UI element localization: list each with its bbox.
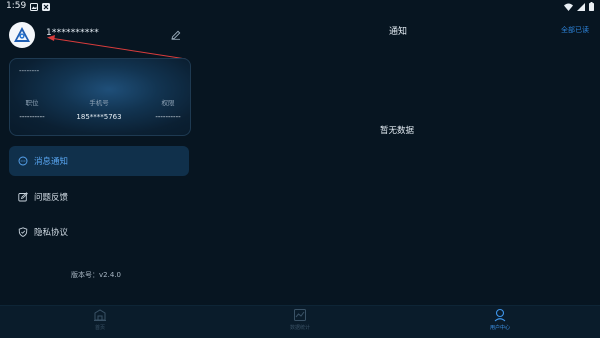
card-title: --------	[19, 67, 40, 75]
stat-label: 权限	[161, 99, 175, 107]
shield-icon	[18, 227, 28, 237]
menu-item-notifications[interactable]: 消息通知	[9, 146, 189, 176]
tab-home[interactable]: 首页	[80, 308, 120, 331]
avatar[interactable]	[9, 22, 35, 48]
notifications-title: 通知	[389, 27, 408, 37]
version-label: 版本号：v2.4.0	[71, 271, 121, 279]
tab-user-center[interactable]: 用户中心	[480, 308, 520, 331]
user-icon	[494, 308, 506, 322]
app-notification-icon	[42, 3, 50, 11]
tab-label: 用户中心	[489, 325, 510, 331]
username: 1**********	[46, 28, 99, 38]
bottom-tab-bar: 首页 数据统计 用户中心	[0, 305, 600, 338]
menu-item-feedback[interactable]: 问题反馈	[9, 182, 189, 212]
menu-label: 隐私协议	[34, 228, 69, 238]
chart-icon	[294, 309, 306, 321]
home-icon	[94, 309, 106, 321]
status-icons	[564, 2, 594, 11]
tab-statistics[interactable]: 数据统计	[280, 308, 320, 331]
feedback-icon	[18, 192, 28, 202]
tab-label: 首页	[94, 325, 105, 331]
edit-icon[interactable]	[171, 30, 181, 40]
tab-label: 数据统计	[289, 325, 310, 331]
stat-label: 手机号	[89, 99, 109, 107]
read-all-button[interactable]: 全部已读	[561, 25, 589, 35]
stat-label: 职位	[25, 99, 39, 107]
image-notification-icon	[30, 3, 38, 11]
stat-value: ----------	[19, 113, 45, 121]
status-bar: 1:59	[0, 0, 600, 14]
empty-state-text: 暂无数据	[380, 126, 415, 136]
signal-icon	[577, 2, 585, 11]
app-logo-icon	[14, 27, 30, 42]
menu-item-privacy[interactable]: 隐私协议	[9, 217, 189, 247]
message-icon	[18, 156, 28, 166]
stat-phone: 手机号 185****5763	[69, 97, 129, 121]
stat-value: 185****5763	[76, 113, 122, 121]
stat-permission: 权限 ----------	[138, 97, 198, 121]
menu-label: 问题反馈	[34, 193, 69, 203]
stat-position: 职位 ----------	[2, 97, 62, 121]
profile-card: -------- 职位 ---------- 手机号 185****5763 权…	[9, 58, 191, 136]
stat-value: ----------	[155, 113, 181, 121]
status-time: 1:59	[6, 1, 27, 11]
battery-icon	[589, 2, 594, 11]
wifi-icon	[564, 3, 573, 11]
menu-label: 消息通知	[34, 157, 69, 167]
user-panel: 1********** -------- 职位 ---------- 手机号 1…	[0, 14, 198, 305]
